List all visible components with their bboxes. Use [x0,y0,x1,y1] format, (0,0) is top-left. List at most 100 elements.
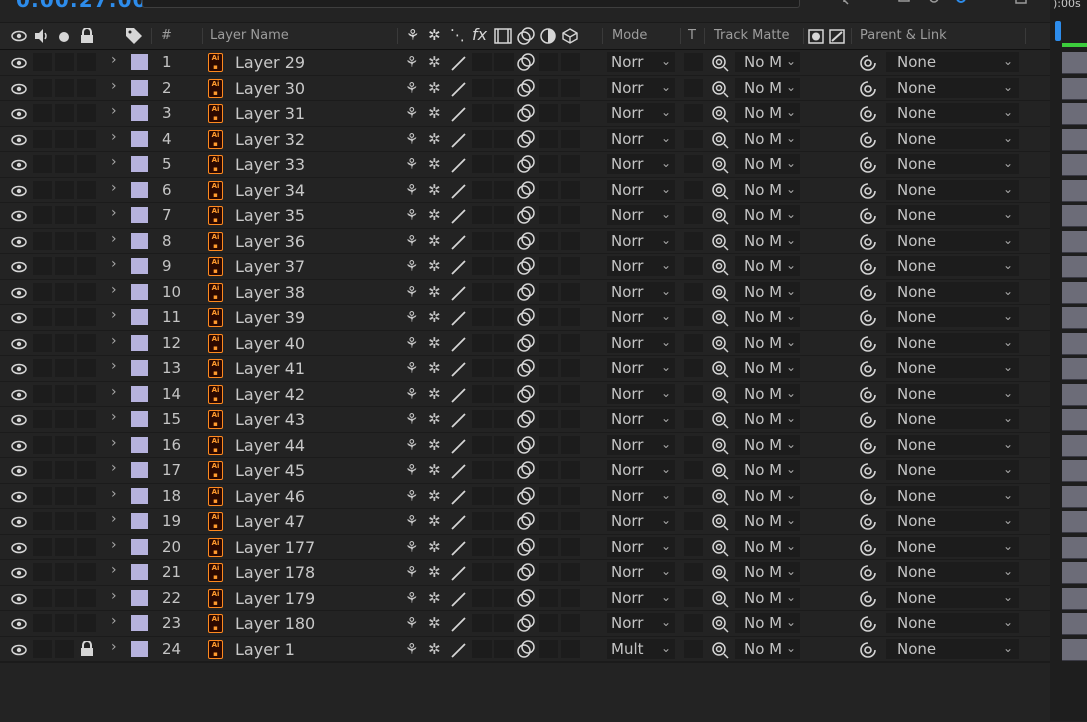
mode-dropdown[interactable]: Norr ⌄ [607,409,675,429]
lock-switch[interactable] [77,257,96,275]
frame-blending-switch[interactable] [494,410,514,428]
effects-switch[interactable] [472,104,492,122]
parent-dropdown[interactable]: None ⌄ [886,638,1019,659]
preserve-transparency-switch[interactable] [684,180,703,199]
quality-best-icon[interactable] [450,463,466,479]
matte-pick-whip-icon[interactable] [711,309,729,327]
layer-duration-bar[interactable] [1062,358,1087,380]
motion-blur-icon[interactable] [516,231,536,251]
parent-pick-whip-icon[interactable] [859,641,877,659]
layer-name[interactable]: Layer 39 [235,308,305,327]
preserve-transparency-switch[interactable] [684,486,703,505]
adjustment-layer-switch[interactable] [539,104,558,122]
audio-switch[interactable] [33,614,52,632]
solo-switch[interactable] [55,53,74,71]
layer-duration-bar[interactable] [1062,485,1087,508]
video-visibility-icon[interactable] [11,30,27,42]
layer-duration-bar[interactable] [1062,205,1087,227]
preserve-transparency-switch[interactable] [684,129,703,148]
layer-row[interactable]: › 18 Ai ▪ Layer 46 ⚘ ✲ Norr ⌄ No M ⌄ None ⌄ [0,483,1050,509]
frame-blending-switch[interactable] [494,206,514,224]
lock-switch[interactable] [77,359,96,377]
column-header-mode[interactable]: Mode [612,28,647,43]
3d-layer-switch[interactable] [561,78,580,97]
lock-switch[interactable] [77,512,96,530]
collapse-transform-icon[interactable]: ✲ [428,538,441,556]
parent-dropdown[interactable]: None ⌄ [886,77,1019,98]
mode-dropdown[interactable]: Norr ⌄ [607,536,675,557]
parent-dropdown[interactable]: None ⌄ [886,383,1019,404]
shy-icon[interactable]: ⚘ [405,640,418,658]
track-matte-dropdown[interactable]: No M ⌄ [735,409,800,429]
matte-pick-whip-icon[interactable] [711,182,729,200]
shy-icon[interactable]: ⚘ [405,104,418,122]
layer-name[interactable]: Layer 33 [235,155,305,174]
solo-switch[interactable] [55,639,74,658]
adjustment-layer-switch[interactable] [539,461,558,479]
layer-label-color[interactable] [131,640,148,657]
matte-pick-whip-icon[interactable] [711,437,729,455]
preserve-transparency-switch[interactable] [684,410,703,428]
mode-dropdown[interactable]: Norr ⌄ [607,205,675,225]
shy-icon[interactable]: ⚘ [405,334,418,352]
track-matte-invert-icon[interactable] [829,29,845,44]
layer-label-color[interactable] [131,207,148,223]
adjustment-layer-switch[interactable] [539,333,558,352]
motion-blur-icon[interactable] [516,129,536,149]
layer-row[interactable]: › 17 Ai ▪ Layer 45 ⚘ ✲ Norr ⌄ No M ⌄ None ⌄ [0,458,1050,484]
parent-dropdown[interactable]: None ⌄ [886,460,1019,480]
quality-best-icon[interactable] [450,616,466,632]
parent-dropdown[interactable]: None ⌄ [886,154,1019,174]
preserve-transparency-switch[interactable] [684,461,703,479]
parent-pick-whip-icon[interactable] [859,284,877,302]
collapse-transformations-icon[interactable]: ✲ [428,26,441,44]
layer-label-color[interactable] [131,513,148,529]
visibility-eye-icon[interactable] [11,618,27,630]
visibility-eye-icon[interactable] [11,236,27,248]
audio-switch[interactable] [33,435,52,454]
quality-best-icon[interactable] [450,387,466,403]
frame-blending-icon[interactable] [494,28,512,44]
parent-pick-whip-icon[interactable] [859,54,877,72]
shy-icon[interactable]: ⚘ [405,538,418,556]
layer-label-color[interactable] [131,360,148,376]
effects-switch[interactable] [472,257,492,275]
quality-best-icon[interactable] [450,591,466,607]
audio-switch[interactable] [33,461,52,479]
layer-row[interactable]: › 10 Ai ▪ Layer 38 ⚘ ✲ Norr ⌄ No M ⌄ None ⌄ [0,279,1050,305]
preserve-transparency-switch[interactable] [684,308,703,326]
parent-pick-whip-icon[interactable] [859,233,877,251]
motion-blur-icon[interactable] [516,308,536,327]
frame-blending-switch[interactable] [494,53,514,71]
layer-row[interactable]: › 3 Ai ▪ Layer 31 ⚘ ✲ Norr ⌄ No M ⌄ None ⌄ [0,101,1050,127]
graph-editor-icon[interactable] [955,0,967,6]
motion-blur-icon[interactable] [516,512,536,531]
lock-switch[interactable] [77,563,96,581]
layer-name[interactable]: Layer 31 [235,104,305,123]
audio-switch[interactable] [33,257,52,275]
quality-best-icon[interactable] [450,208,466,224]
effects-switch[interactable] [472,614,492,632]
effects-switch[interactable] [472,129,492,148]
adjustment-layer-switch[interactable] [539,486,558,505]
shy-icon[interactable]: ⚘ [406,26,419,44]
frame-blending-switch[interactable] [494,257,514,275]
mode-dropdown[interactable]: Norr ⌄ [607,511,675,531]
expand-chevron-icon[interactable]: › [111,588,117,604]
adjustment-layer-switch[interactable] [539,308,558,326]
audio-switch[interactable] [33,359,52,377]
visibility-eye-icon[interactable] [11,363,27,375]
layer-row[interactable]: › 11 Ai ▪ Layer 39 ⚘ ✲ Norr ⌄ No M ⌄ None ⌄ [0,305,1050,331]
preserve-transparency-switch[interactable] [684,333,703,352]
layer-row[interactable]: › 9 Ai ▪ Layer 37 ⚘ ✲ Norr ⌄ No M ⌄ None ⌄ [0,254,1050,280]
preserve-transparency-switch[interactable] [684,512,703,530]
expand-chevron-icon[interactable]: › [111,333,117,349]
matte-pick-whip-icon[interactable] [711,641,729,659]
column-header-parent-link[interactable]: Parent & Link [860,28,947,43]
quality-best-icon[interactable] [450,361,466,377]
mode-dropdown[interactable]: Norr ⌄ [607,52,675,72]
effects-switch[interactable] [472,155,492,173]
shy-icon[interactable]: ⚘ [405,283,418,301]
visibility-eye-icon[interactable] [11,261,27,273]
layer-label-color[interactable] [131,258,148,274]
